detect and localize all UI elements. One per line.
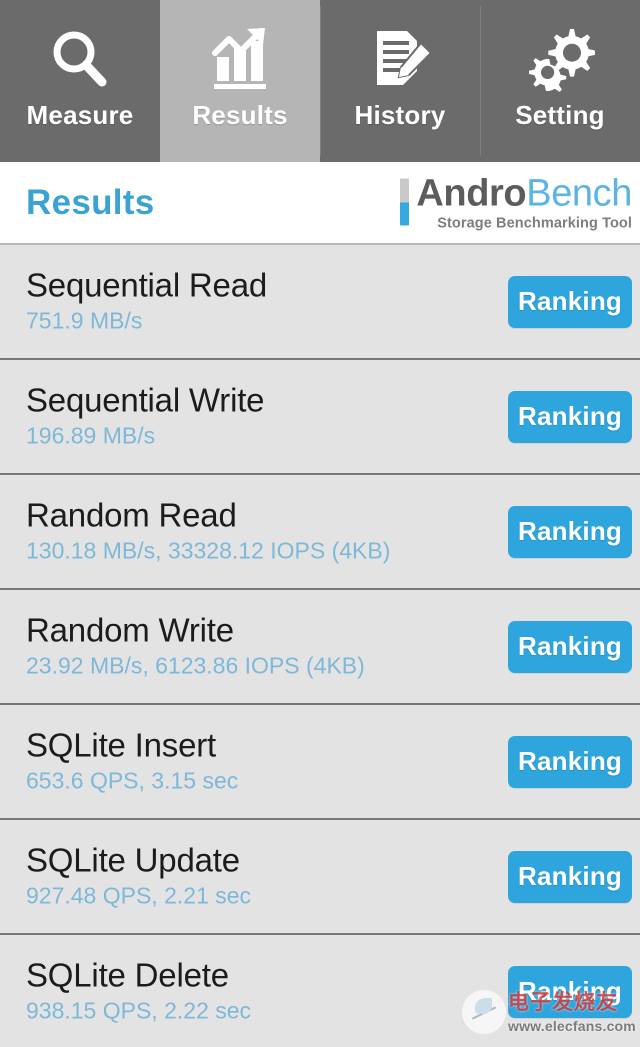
- result-name: SQLite Update: [26, 841, 240, 879]
- tab-setting-label: Setting: [515, 100, 605, 130]
- androbench-logo: AndroBench Storage Benchmarking Tool: [400, 174, 632, 231]
- bar-chart-trend-icon: [160, 22, 320, 98]
- result-value: 751.9 MB/s: [26, 308, 143, 335]
- ranking-button[interactable]: Ranking: [508, 620, 632, 673]
- tab-measure[interactable]: Measure: [0, 0, 160, 162]
- result-name: Sequential Read: [26, 266, 268, 304]
- result-row-sqlite-delete[interactable]: SQLite Delete 938.15 QPS, 2.22 sec Ranki…: [0, 935, 640, 1047]
- result-row-sequential-write[interactable]: Sequential Write 196.89 MB/s Ranking: [0, 360, 640, 475]
- tab-results-label: Results: [192, 100, 288, 130]
- document-pencil-icon: [320, 22, 480, 98]
- result-row-random-read[interactable]: Random Read 130.18 MB/s, 33328.12 IOPS (…: [0, 475, 640, 590]
- result-name: Random Read: [26, 496, 237, 534]
- result-value: 938.15 QPS, 2.22 sec: [26, 998, 252, 1025]
- logo-secondary-text: Bench: [526, 172, 632, 214]
- result-row-sqlite-insert[interactable]: SQLite Insert 653.6 QPS, 3.15 sec Rankin…: [0, 705, 640, 820]
- ranking-button[interactable]: Ranking: [508, 965, 632, 1018]
- ranking-button[interactable]: Ranking: [508, 275, 632, 328]
- result-name: Sequential Write: [26, 381, 265, 419]
- ranking-button[interactable]: Ranking: [508, 505, 632, 558]
- result-name: SQLite Insert: [26, 726, 216, 764]
- tab-history-label: History: [354, 100, 446, 130]
- ranking-button[interactable]: Ranking: [508, 390, 632, 443]
- result-name: Random Write: [26, 611, 234, 649]
- androbench-results-screen: Measure Results History Setting Results …: [0, 0, 640, 1047]
- result-value: 23.92 MB/s, 6123.86 IOPS (4KB): [26, 653, 365, 680]
- results-list: Sequential Read 751.9 MB/s Ranking Seque…: [0, 245, 640, 1047]
- logo-bar-icon: [400, 178, 410, 225]
- result-value: 927.48 QPS, 2.21 sec: [26, 883, 252, 910]
- bottom-navigation-tabbar: Measure Results History Setting: [0, 0, 640, 162]
- result-value: 653.6 QPS, 3.15 sec: [26, 768, 239, 795]
- result-row-random-write[interactable]: Random Write 23.92 MB/s, 6123.86 IOPS (4…: [0, 590, 640, 705]
- magnifier-icon: [0, 22, 160, 98]
- tab-measure-label: Measure: [26, 100, 134, 130]
- ranking-button[interactable]: Ranking: [508, 735, 632, 788]
- result-value: 130.18 MB/s, 33328.12 IOPS (4KB): [26, 538, 391, 565]
- tab-results[interactable]: Results: [160, 0, 320, 162]
- result-row-sqlite-update[interactable]: SQLite Update 927.48 QPS, 2.21 sec Ranki…: [0, 820, 640, 935]
- ranking-button[interactable]: Ranking: [508, 850, 632, 903]
- result-row-sequential-read[interactable]: Sequential Read 751.9 MB/s Ranking: [0, 245, 640, 360]
- tab-history[interactable]: History: [320, 0, 480, 162]
- logo-primary-text: Andro: [416, 172, 527, 214]
- result-value: 196.89 MB/s: [26, 423, 156, 450]
- logo-tagline: Storage Benchmarking Tool: [437, 215, 632, 231]
- gears-icon: [480, 22, 640, 98]
- page-title: Results: [26, 182, 155, 222]
- page-header: Results AndroBench Storage Benchmarking …: [0, 162, 640, 245]
- result-name: SQLite Delete: [26, 956, 229, 994]
- tab-setting[interactable]: Setting: [480, 0, 640, 162]
